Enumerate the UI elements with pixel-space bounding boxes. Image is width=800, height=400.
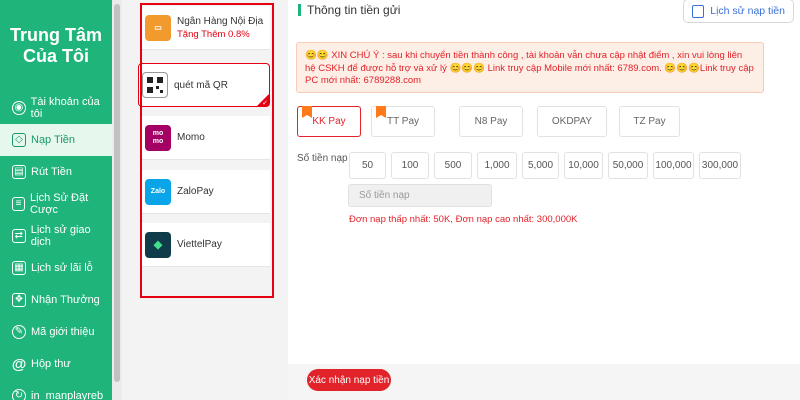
tab-n8-pay[interactable]: N8 Pay	[459, 106, 523, 137]
main-panel: Thông tin tiền gửi Lịch sử nạp tiền 😊😊 X…	[288, 0, 800, 400]
sidebar-item-label: Tài khoản của tôi	[30, 96, 100, 120]
amount-option-300000[interactable]: 300,000	[699, 152, 741, 179]
amount-label: Số tiền nạp :	[297, 153, 354, 164]
notice-banner: 😊😊 XIN CHÚ Ý : sau khi chuyển tiền thành…	[296, 42, 764, 93]
amount-option-50000[interactable]: 50,000	[608, 152, 648, 179]
sidebar-item-account[interactable]: ◉ Tài khoản của tôi	[0, 92, 112, 124]
sidebar-item-mailbox[interactable]: @ Hộp thư	[0, 348, 112, 380]
tab-label: TT Pay	[386, 116, 420, 127]
sidebar-item-label: Lịch Sử Đặt Cược	[30, 192, 89, 216]
withdraw-icon: ▤	[12, 165, 26, 179]
amount-option-100[interactable]: 100	[391, 152, 429, 179]
tab-label: TZ Pay	[633, 116, 666, 127]
methods-highlight-frame	[140, 3, 274, 298]
referral-icon: ✎	[12, 325, 26, 339]
deposit-history-button[interactable]: Lịch sử nạp tiền	[683, 0, 794, 23]
sidebar-item-bet-history[interactable]: ≡ Lịch Sử Đặt Cược	[0, 188, 112, 220]
sidebar-item-deposit[interactable]: ◇ Nạp Tiền	[0, 124, 112, 156]
sidebar-item-referral[interactable]: ✎ Mã giới thiệu	[0, 316, 112, 348]
hot-flag-icon	[376, 106, 386, 118]
sidebar-nav: ◉ Tài khoản của tôi ◇ Nạp Tiền ▤ Rút Tiền ≡…	[0, 92, 112, 400]
sidebar-item-transaction-history[interactable]: ⇄ Lịch sử giao dịch	[0, 220, 112, 252]
tab-tz-pay[interactable]: TZ Pay	[619, 106, 680, 137]
confirm-deposit-button[interactable]: Xác nhận nạp tiền	[307, 369, 391, 391]
sidebar-item-label: Mã giới thiệu	[31, 326, 95, 338]
page-title: Thông tin tiền gửi	[307, 3, 401, 17]
sidebar-item-profit-loss[interactable]: ▦ Lịch sử lãi lỗ	[0, 252, 112, 284]
sidebar-item-username[interactable]: ↻ in_manplayreb	[0, 380, 112, 400]
gift-icon: ❖	[12, 293, 26, 307]
sidebar: Trung Tâm Của Tôi ◉ Tài khoản của tôi ◇ Nạ…	[0, 0, 112, 400]
sidebar-item-label: Nạp Tiền	[31, 134, 76, 146]
brand-title: Trung Tâm Của Tôi	[0, 0, 112, 92]
amount-presets: 50 100 500 1,000 5,000 10,000 50,000 100…	[349, 152, 746, 179]
sidebar-item-withdraw[interactable]: ▤ Rút Tiền	[0, 156, 112, 188]
tab-label: N8 Pay	[474, 116, 508, 127]
sidebar-item-label: in_manplayreb	[31, 390, 104, 400]
sidebar-item-label: Lịch sử giao dịch	[30, 224, 91, 248]
amount-option-10000[interactable]: 10,000	[564, 152, 603, 179]
tab-tt-pay[interactable]: TT Pay	[371, 106, 435, 137]
amount-option-50[interactable]: 50	[349, 152, 386, 179]
section-title: Thông tin tiền gửi	[298, 3, 400, 17]
sidebar-item-label: Lịch sử lãi lỗ	[31, 262, 93, 274]
history-icon	[692, 4, 705, 18]
sidebar-scrollbar[interactable]	[112, 0, 122, 400]
gateway-tabs: KK Pay TT Pay N8 Pay OKDPAY TZ Pay	[297, 106, 690, 137]
username-icon: ↻	[12, 389, 26, 400]
sidebar-item-rewards[interactable]: ❖ Nhận Thưởng	[0, 284, 112, 316]
profit-loss-icon: ▦	[12, 261, 26, 275]
tab-kk-pay[interactable]: KK Pay	[297, 106, 361, 137]
amount-option-1000[interactable]: 1,000	[477, 152, 517, 179]
tab-label: KK Pay	[312, 116, 346, 127]
tab-label: OKDPAY	[551, 116, 593, 127]
wallet-icon: ◇	[12, 133, 26, 147]
transaction-icon: ⇄	[12, 229, 26, 243]
scrollbar-thumb[interactable]	[114, 4, 120, 382]
title-accent-bar	[298, 4, 301, 16]
sidebar-item-label: Rút Tiền	[31, 166, 72, 178]
brand-line-2: Của Tôi	[23, 46, 89, 66]
deposit-limits: Đơn nạp thấp nhất: 50K, Đơn nạp cao nhất…	[349, 214, 578, 225]
sidebar-item-label: Nhận Thưởng	[31, 294, 100, 306]
payment-methods-panel: ▭ Ngân Hàng Nội Địa Tặng Thêm 0.8% quét …	[122, 0, 288, 400]
history-button-label: Lịch sử nạp tiền	[710, 5, 785, 17]
amount-option-100000[interactable]: 100,000	[653, 152, 694, 179]
tab-okdpay[interactable]: OKDPAY	[537, 106, 607, 137]
document-icon: ≡	[12, 197, 26, 211]
hot-flag-icon	[302, 106, 312, 118]
at-mail-icon: @	[11, 355, 27, 373]
sidebar-item-label: Hộp thư	[31, 358, 71, 370]
amount-option-5000[interactable]: 5,000	[522, 152, 559, 179]
amount-input[interactable]	[348, 184, 492, 207]
user-circle-icon: ◉	[12, 101, 26, 115]
brand-line-1: Trung Tâm	[9, 25, 102, 45]
amount-option-500[interactable]: 500	[434, 152, 472, 179]
